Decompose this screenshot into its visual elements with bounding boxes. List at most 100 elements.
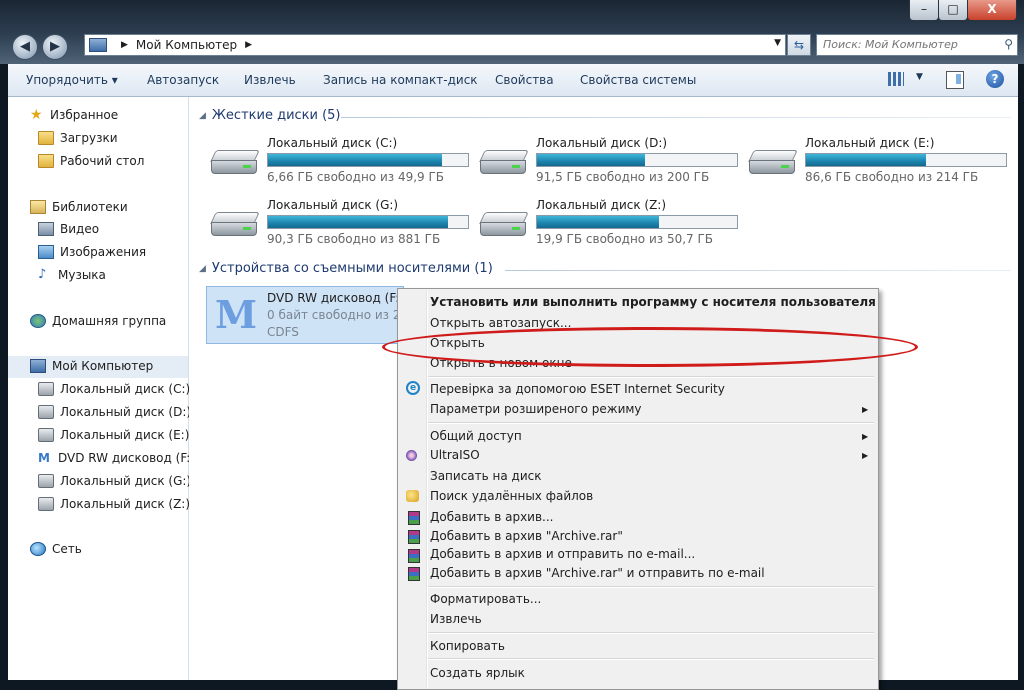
nav-label: Музыка [58,268,106,282]
nav-video[interactable]: Видео [38,219,99,239]
drive-tile-g[interactable]: Локальный диск (G:) 90,3 ГБ свободно из … [210,198,471,258]
nav-drive-d[interactable]: Локальный диск (D:) [38,402,191,422]
dvd-drive-tile[interactable]: M DVD RW дисковод (F:) 0 байт свободно и… [206,286,408,344]
nav-label: Рабочий стол [60,154,145,168]
drive-tile-d[interactable]: Локальный диск (D:) 91,5 ГБ свободно из … [479,136,740,196]
nav-label: Изображения [60,245,147,259]
menu-item-format[interactable]: Форматировать... [430,592,541,606]
menu-item-install-run[interactable]: Установить или выполнить программу с нос… [430,295,876,309]
nav-homegroup[interactable]: Домашняя группа [30,311,166,331]
hard-disk-icon [748,150,798,174]
nav-label: DVD RW дисковод (F:) [58,451,196,465]
drive-free-space: 19,9 ГБ свободно из 50,7 ГБ [536,232,714,246]
breadcrumb-chevron-icon[interactable]: ▶ [245,40,252,50]
menu-item-ultraiso[interactable]: UltraISO [430,448,480,462]
drive-free-space: 6,66 ГБ свободно из 49,9 ГБ [267,170,445,184]
menu-separator [428,658,874,660]
breadcrumb-my-computer[interactable]: Мой Компьютер [136,38,237,52]
preview-pane-icon[interactable] [946,71,964,89]
nav-label: Локальный диск (D:) [60,405,192,419]
properties-button[interactable]: Свойства [495,73,554,87]
nav-libraries[interactable]: Библиотеки [30,197,128,217]
drive-usage-bar [536,215,738,229]
drive-name: DVD RW дисковод (F:) [267,291,405,305]
nav-images[interactable]: Изображения [38,242,146,262]
submenu-arrow-icon: ▶ [862,451,869,460]
forward-arrow-icon[interactable]: ▶ [42,34,68,60]
menu-item-advanced-params[interactable]: Параметри розширеного режиму [430,402,642,416]
drive-free-space: 90,3 ГБ свободно из 881 ГБ [267,232,441,246]
winrar-icon [408,511,420,525]
nav-my-computer[interactable]: Мой Компьютер [30,356,153,376]
breadcrumb-chevron-icon[interactable]: ▶ [121,40,128,50]
winrar-icon [408,530,420,544]
search-input[interactable] [817,35,999,53]
address-bar[interactable]: ▶ Мой Компьютер ▶ ▼ [84,34,786,56]
search-icon[interactable]: ⚲ [1004,37,1013,51]
nav-drive-g[interactable]: Локальный диск (G:) [38,471,191,491]
group-removable[interactable]: ◢ Устройства со съемными носителями (1) [199,261,493,276]
eject-button[interactable]: Извлечь [244,73,296,87]
nav-drive-e[interactable]: Локальный диск (E:) [38,425,189,445]
search-box[interactable]: ⚲ [816,34,1018,56]
nav-downloads[interactable]: Загрузки [38,128,118,148]
collapse-triangle-icon[interactable]: ◢ [199,264,206,274]
nav-drive-f[interactable]: M DVD RW дисковод (F:) [38,448,195,468]
help-icon[interactable]: ? [986,70,1004,88]
menu-item-burn-disc[interactable]: Записать на диск [430,469,541,483]
drive-filesystem: CDFS [267,325,299,339]
hard-disk-icon [479,150,529,174]
nav-label: Мой Компьютер [52,359,154,373]
homegroup-icon [30,314,46,328]
menu-item-add-archive[interactable]: Добавить в архив... [430,510,554,524]
nav-favorites[interactable]: ★ Избранное [30,105,118,125]
drive-tile-z[interactable]: Локальный диск (Z:) 19,9 ГБ свободно из … [479,198,740,258]
menu-item-eset-scan[interactable]: Перевірка за допомогою ESET Internet Sec… [430,382,725,396]
nav-network[interactable]: Сеть [30,539,82,559]
drive-name: Локальный диск (G:) [267,198,399,212]
drive-tile-c[interactable]: Локальный диск (C:) 6,66 ГБ свободно из … [210,136,471,196]
group-hard-disks[interactable]: ◢ Жесткие диски (5) [199,108,341,123]
address-dropdown-icon[interactable]: ▼ [774,38,781,48]
drive-tile-e[interactable]: Локальный диск (E:) 86,6 ГБ свободно из … [748,136,1009,196]
drive-usage-bar [267,215,469,229]
nav-drive-c[interactable]: Локальный диск (C:) [38,379,190,399]
drive-name: Локальный диск (C:) [267,136,398,150]
minimize-button[interactable]: – [909,0,939,21]
hard-disk-icon [38,497,54,511]
collapse-triangle-icon[interactable]: ◢ [199,111,206,121]
menu-separator [428,586,874,588]
nav-label: Библиотеки [52,200,128,214]
autoplay-button[interactable]: Автозапуск [147,73,219,87]
menu-item-copy[interactable]: Копировать [430,639,505,653]
drive-usage-bar [805,153,1007,167]
refresh-button[interactable]: ⇆ [787,34,811,56]
nav-label: Избранное [50,108,119,122]
menu-item-create-shortcut[interactable]: Создать ярлык [430,666,525,680]
maximize-button[interactable]: □ [938,0,968,21]
drive-usage-bar [267,153,469,167]
hard-disk-icon [210,212,260,236]
group-divider [505,270,1011,271]
menu-item-find-deleted[interactable]: Поиск удалённых файлов [430,489,593,503]
close-button[interactable]: X [967,0,1017,21]
group-title: Устройства со съемными носителями (1) [211,261,493,276]
nav-desktop[interactable]: Рабочий стол [38,151,144,171]
menu-item-archive-rar-email[interactable]: Добавить в архив "Archive.rar" и отправи… [430,566,765,580]
menu-item-eject[interactable]: Извлечь [430,612,482,626]
menu-item-sharing[interactable]: Общий доступ [430,429,522,443]
system-properties-button[interactable]: Свойства системы [580,73,696,87]
nav-music[interactable]: ♪ Музыка [38,265,106,285]
menu-item-add-archive-rar[interactable]: Добавить в архив "Archive.rar" [430,529,623,543]
drive-free-space: 0 байт свободно из 22 [267,308,409,322]
organize-button[interactable]: Упорядочить ▾ [26,73,118,87]
music-icon: ♪ [38,267,47,282]
hard-disk-icon [38,405,54,419]
change-view-icon[interactable] [888,72,904,86]
view-dropdown-icon[interactable]: ▼ [916,72,923,82]
nav-label: Домашняя группа [52,314,167,328]
menu-item-archive-email[interactable]: Добавить в архив и отправить по e-mail..… [430,547,695,561]
back-arrow-icon[interactable]: ◀ [12,34,38,60]
nav-drive-z[interactable]: Локальный диск (Z:) [38,494,190,514]
burn-cd-button[interactable]: Запись на компакт-диск [323,73,478,87]
